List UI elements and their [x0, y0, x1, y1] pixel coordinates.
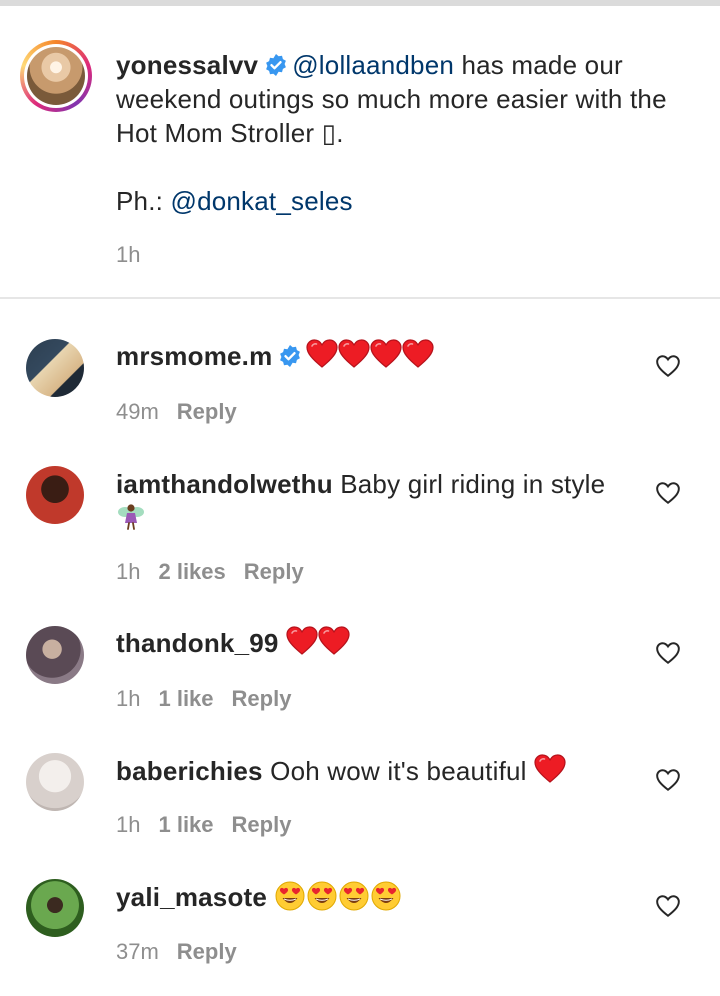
heart-eyes-emoji-icon [275, 881, 401, 919]
like-heart-icon[interactable] [655, 480, 681, 506]
caption-timestamp: 1h [116, 242, 141, 267]
commenter-avatar[interactable] [26, 339, 84, 397]
post-caption: yonessalvv @lollaandben has made our week… [0, 6, 720, 298]
comment-body: Baby girl riding in style [332, 469, 606, 499]
comment-text: yali_masote [116, 880, 401, 919]
divider [0, 297, 720, 299]
comment-text: iamthandolwethu Baby girl riding in styl… [116, 467, 616, 535]
comment-meta: 1h 2 likes Reply [116, 559, 322, 585]
comment-meta: 37m Reply [116, 939, 255, 965]
like-heart-icon[interactable] [655, 767, 681, 793]
commenter-avatar[interactable] [26, 626, 84, 684]
verified-badge-icon [278, 344, 302, 368]
comment-meta: 1h 1 like Reply [116, 812, 309, 838]
caption-mention[interactable]: @lollaandben [292, 50, 454, 80]
comment-timestamp: 1h [116, 559, 141, 584]
likes-count[interactable]: 1 like [158, 812, 213, 837]
reply-button[interactable]: Reply [177, 939, 237, 964]
caption-line1: has made our [454, 50, 623, 80]
like-heart-icon[interactable] [655, 893, 681, 919]
fairy-emoji-icon [116, 501, 146, 531]
caption-text: yonessalvv @lollaandben has made our week… [116, 50, 667, 148]
comment-username[interactable]: yali_masote [116, 882, 267, 912]
comment-meta: 49m Reply [116, 399, 255, 425]
comment-timestamp: 37m [116, 939, 159, 964]
comment-text: mrsmome.m [116, 339, 434, 377]
reply-button[interactable]: Reply [232, 686, 292, 711]
caption-credit: Ph.: @donkat_seles [116, 184, 353, 218]
like-heart-icon[interactable] [655, 640, 681, 666]
comment-timestamp: 1h [116, 812, 141, 837]
caption-line3: Hot Mom Stroller [116, 118, 322, 148]
reply-button[interactable]: Reply [177, 399, 237, 424]
comment-username[interactable]: thandonk_99 [116, 628, 279, 658]
author-avatar[interactable] [20, 40, 92, 112]
commenter-avatar[interactable] [26, 753, 84, 811]
comment-timestamp: 1h [116, 686, 141, 711]
comment-meta: 1h 1 like Reply [116, 686, 309, 712]
verified-badge-icon [264, 53, 288, 77]
credit-label: Ph.: [116, 186, 171, 216]
reply-button[interactable]: Reply [244, 559, 304, 584]
comment-username[interactable]: baberichies [116, 756, 263, 786]
like-heart-icon[interactable] [655, 353, 681, 379]
caption-username[interactable]: yonessalvv [116, 50, 258, 80]
heart-emoji-icon [286, 626, 350, 664]
caption-line2: weekend outings so much more easier with… [116, 84, 667, 114]
heart-emoji-icon [306, 339, 434, 377]
comment-username[interactable]: mrsmome.m [116, 341, 272, 371]
likes-count[interactable]: 1 like [158, 686, 213, 711]
comment-body: Ooh wow it's beautiful [262, 756, 535, 786]
comment-timestamp: 49m [116, 399, 159, 424]
credit-mention[interactable]: @donkat_seles [170, 186, 352, 216]
likes-count[interactable]: 2 likes [158, 559, 225, 584]
heart-emoji-icon [534, 754, 566, 784]
missing-glyph: ▯ [321, 118, 337, 148]
avatar-photo [27, 47, 85, 105]
caption-meta: 1h [116, 242, 158, 268]
comment-text: baberichies Ooh wow it's beautiful [116, 754, 566, 788]
reply-button[interactable]: Reply [232, 812, 292, 837]
commenter-avatar[interactable] [26, 879, 84, 937]
comment-username[interactable]: iamthandolwethu [116, 469, 333, 499]
commenter-avatar[interactable] [26, 466, 84, 524]
comment-text: thandonk_99 [116, 626, 350, 664]
